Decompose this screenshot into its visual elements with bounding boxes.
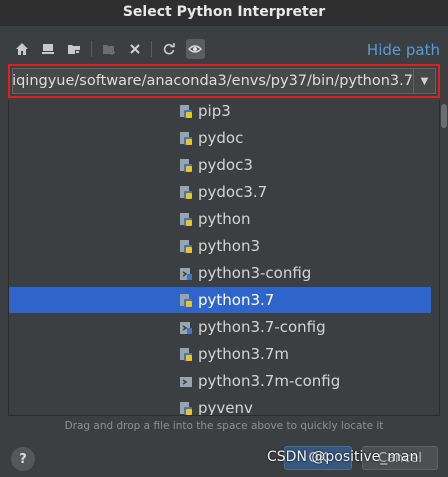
tree-row-label: pip3 <box>198 102 231 120</box>
tree-row-label: pydoc <box>198 129 244 147</box>
tree-row[interactable]: python3-config <box>9 260 431 286</box>
home-button[interactable] <box>12 39 31 59</box>
tree-row-label: python <box>198 210 251 228</box>
python-file-icon <box>179 185 193 199</box>
tree-row[interactable]: python3.7 <box>9 287 431 313</box>
tree-row-label: pydoc3 <box>198 156 253 174</box>
tree-row-label: python3 <box>198 237 261 255</box>
terminal-file-icon <box>179 374 193 388</box>
project-folder-icon <box>68 45 81 54</box>
tree-row[interactable]: pydoc <box>9 125 431 151</box>
refresh-icon <box>163 43 175 55</box>
script-file-icon <box>179 320 193 334</box>
tree-row[interactable]: pyvenv <box>9 395 431 416</box>
refresh-button[interactable] <box>159 39 178 59</box>
tree-row[interactable]: pydoc3 <box>9 152 431 178</box>
desktop-icon <box>41 44 54 54</box>
delete-icon <box>130 44 140 54</box>
tree-row[interactable]: python3.7-config <box>9 314 431 340</box>
script-file-icon <box>179 266 193 280</box>
tree-row-label: pydoc3.7 <box>198 183 268 201</box>
python-file-icon <box>179 212 193 226</box>
dialog-title: Select Python Interpreter <box>0 0 448 26</box>
path-value: /home/qiqingyue/software/anaconda3/envs/… <box>13 73 413 89</box>
delete-button[interactable] <box>125 39 144 59</box>
python-file-icon <box>179 347 193 361</box>
python-file-icon <box>179 104 193 118</box>
python-file-icon <box>179 158 193 172</box>
path-dropdown-button[interactable]: ▼ <box>413 69 435 93</box>
toolbar-separator <box>90 41 92 57</box>
path-field-highlight: /home/qiqingyue/software/anaconda3/envs/… <box>8 64 440 98</box>
tree-row[interactable]: python3 <box>9 233 431 259</box>
tree-row[interactable]: python3.7m <box>9 341 431 367</box>
new-folder-icon <box>102 45 115 55</box>
help-button[interactable]: ? <box>11 447 35 471</box>
tree-row-label: pyvenv <box>198 399 253 416</box>
python-file-icon <box>179 131 193 145</box>
new-folder-button[interactable] <box>99 39 118 59</box>
chevron-down-icon: ▼ <box>420 75 429 87</box>
tree-scrollbar[interactable] <box>441 104 447 128</box>
tree-row[interactable]: python <box>9 206 431 232</box>
show-hidden-icon <box>188 45 203 53</box>
desktop-button[interactable] <box>38 39 57 59</box>
show-hidden-button[interactable] <box>185 39 206 59</box>
tree-row[interactable]: pip3 <box>9 100 431 124</box>
path-combobox[interactable]: /home/qiqingyue/software/anaconda3/envs/… <box>12 68 436 94</box>
path-input[interactable]: /home/qiqingyue/software/anaconda3/envs/… <box>13 73 413 89</box>
tree-row-label: python3.7 <box>198 291 275 309</box>
file-tree[interactable]: pip3 pydoc pydoc3 pydoc3.7 python python3 pyth… <box>8 100 440 416</box>
tree-row-label: python3.7m <box>198 345 289 363</box>
drag-drop-hint: Drag and drop a file into the space abov… <box>64 420 384 432</box>
hide-path-link[interactable]: Hide path <box>367 41 440 59</box>
watermark: CSDN @positive_man <box>267 449 419 465</box>
toolbar <box>12 38 212 60</box>
tree-row-label: python3.7-config <box>198 318 326 336</box>
tree-row-label: python3.7m-config <box>198 372 341 390</box>
toolbar-separator <box>151 41 153 57</box>
tree-row-label: python3-config <box>198 264 312 282</box>
tree-row[interactable]: pydoc3.7 <box>9 179 431 205</box>
python-file-icon <box>179 293 193 307</box>
project-button[interactable] <box>65 39 84 59</box>
home-icon <box>15 43 28 55</box>
python-file-icon <box>179 239 193 253</box>
python-file-icon <box>179 401 193 415</box>
tree-row[interactable]: python3.7m-config <box>9 368 431 394</box>
